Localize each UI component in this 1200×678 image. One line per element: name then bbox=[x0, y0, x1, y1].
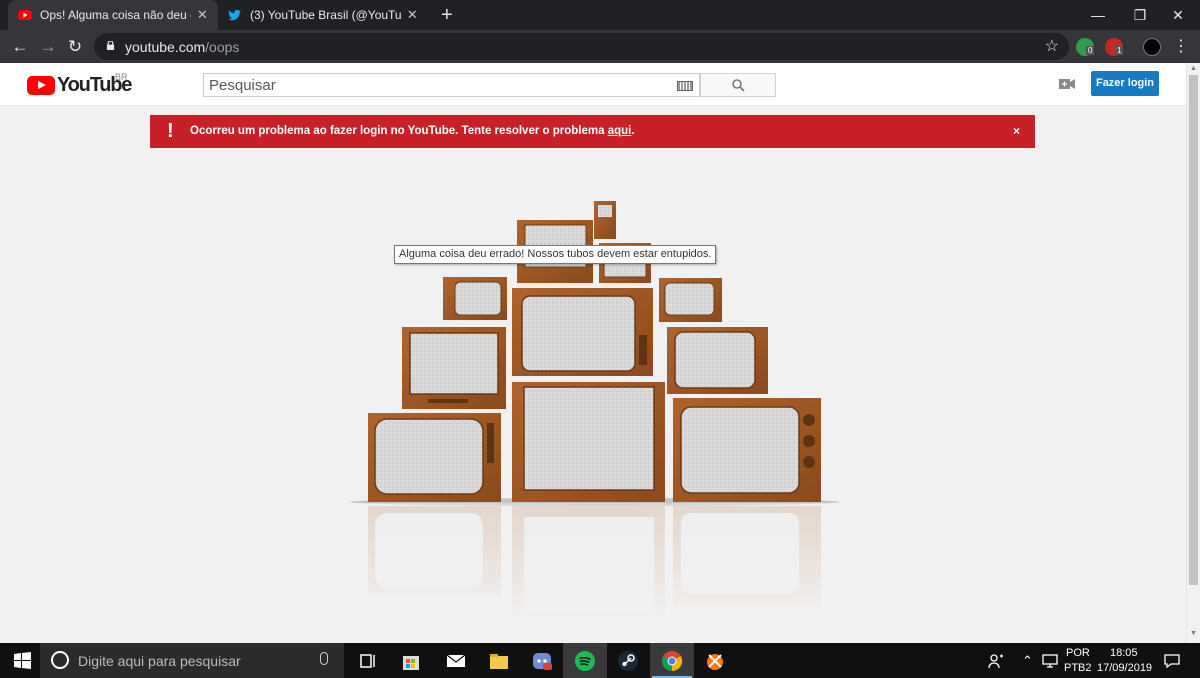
error-tooltip: Alguma coisa deu errado! Nossos tubos de… bbox=[394, 245, 717, 264]
search-placeholder: Pesquisar bbox=[209, 77, 276, 94]
tray-overflow-icon[interactable]: ⌃ bbox=[1022, 653, 1033, 678]
search-button[interactable] bbox=[700, 73, 776, 97]
page-scrollbar[interactable]: ▲ ▼ bbox=[1186, 63, 1200, 643]
resolve-link[interactable]: aqui bbox=[608, 125, 632, 137]
banner-close-icon[interactable]: × bbox=[1013, 124, 1020, 138]
tab-strip: Ops! Alguma coisa não deu certo ✕ (3) Yo… bbox=[0, 0, 1200, 30]
steam-icon[interactable] bbox=[616, 649, 640, 673]
youtube-header: YouTube BR Pesquisar Fazer login bbox=[0, 63, 1186, 106]
tab-title: (3) YouTube Brasil (@YouTubeBrasil) bbox=[250, 8, 401, 22]
tv-middle-left bbox=[402, 327, 506, 409]
tv-bottom-right bbox=[673, 398, 821, 502]
back-icon[interactable]: ← bbox=[9, 36, 31, 58]
youtube-play-icon bbox=[27, 76, 55, 95]
address-bar[interactable]: youtube.com/oops ☆ bbox=[94, 33, 1069, 60]
tv-middle-center bbox=[512, 288, 653, 376]
network-icon[interactable] bbox=[1041, 653, 1059, 669]
people-icon[interactable] bbox=[987, 652, 1005, 670]
close-icon[interactable]: ✕ bbox=[1156, 0, 1200, 30]
upload-video-icon[interactable] bbox=[1059, 78, 1075, 90]
url-text: youtube.com/oops bbox=[125, 39, 240, 55]
spotify-icon[interactable] bbox=[573, 649, 597, 673]
profile-avatar-icon[interactable] bbox=[1143, 38, 1161, 56]
tv-bottom-center bbox=[512, 382, 665, 502]
keyboard-layout[interactable]: PTB2 bbox=[1064, 662, 1092, 678]
taskbar-search-input[interactable]: Digite aqui para pesquisar bbox=[40, 643, 344, 678]
extension-badge: 1 bbox=[1115, 46, 1124, 55]
tab-youtube-oops[interactable]: Ops! Alguma coisa não deu certo ✕ bbox=[8, 0, 218, 30]
twitter-icon bbox=[228, 9, 241, 21]
login-button[interactable]: Fazer login bbox=[1091, 71, 1159, 96]
keyboard-icon[interactable] bbox=[677, 81, 693, 91]
microphone-icon[interactable] bbox=[320, 652, 328, 665]
task-view-icon[interactable] bbox=[356, 649, 380, 673]
search-icon bbox=[732, 79, 745, 92]
file-explorer-icon[interactable] bbox=[487, 649, 511, 673]
banner-message: Ocorreu um problema ao fazer login no Yo… bbox=[190, 125, 635, 137]
youtube-logo[interactable]: YouTube BR bbox=[27, 72, 137, 98]
cortana-icon bbox=[51, 651, 69, 669]
scrollbar-thumb[interactable] bbox=[1189, 75, 1198, 585]
discord-icon[interactable] bbox=[530, 649, 554, 673]
browser-toolbar: ← → ↻ youtube.com/oops ☆ 0 1 ⋮ bbox=[0, 30, 1200, 63]
menu-icon[interactable]: ⋮ bbox=[1170, 36, 1192, 58]
new-tab-button[interactable]: + bbox=[441, 4, 453, 26]
scroll-up-icon[interactable]: ▲ bbox=[1190, 65, 1197, 72]
close-tab-icon[interactable]: ✕ bbox=[407, 7, 418, 23]
reload-icon[interactable]: ↻ bbox=[64, 36, 86, 58]
store-icon[interactable] bbox=[399, 649, 423, 673]
scroll-down-icon[interactable]: ▼ bbox=[1190, 630, 1197, 637]
taskbar-search-placeholder: Digite aqui para pesquisar bbox=[78, 653, 241, 669]
youtube-icon bbox=[18, 10, 32, 20]
tv-middle-right bbox=[667, 327, 768, 394]
clock-date[interactable]: 17/09/2019 bbox=[1097, 662, 1152, 678]
tv-small-right bbox=[659, 278, 722, 322]
mail-icon[interactable] bbox=[444, 649, 468, 673]
country-code: BR bbox=[115, 72, 128, 82]
tab-twitter[interactable]: (3) YouTube Brasil (@YouTubeBrasil) ✕ bbox=[218, 0, 428, 30]
tv-small-left bbox=[443, 277, 507, 320]
avast-icon[interactable] bbox=[703, 649, 727, 673]
lock-icon bbox=[106, 41, 115, 50]
forward-icon[interactable]: → bbox=[37, 36, 59, 58]
close-tab-icon[interactable]: ✕ bbox=[197, 7, 208, 23]
notifications-icon[interactable] bbox=[1163, 653, 1181, 669]
chrome-icon[interactable] bbox=[660, 649, 684, 673]
windows-taskbar: Digite aqui para pesquisar ⌃ POR PTB2 18… bbox=[0, 643, 1200, 678]
search-input[interactable]: Pesquisar bbox=[203, 73, 700, 97]
bookmark-star-icon[interactable]: ☆ bbox=[1045, 36, 1059, 56]
extension-badge: 0 bbox=[1086, 46, 1095, 55]
alert-icon: ! bbox=[167, 120, 174, 142]
tv-bottom-left bbox=[368, 413, 501, 502]
tab-title: Ops! Alguma coisa não deu certo bbox=[40, 8, 191, 22]
minimize-icon[interactable]: — bbox=[1076, 0, 1120, 30]
login-error-banner: ! Ocorreu um problema ao fazer login no … bbox=[150, 115, 1035, 148]
tv-top-tiny bbox=[594, 201, 616, 239]
